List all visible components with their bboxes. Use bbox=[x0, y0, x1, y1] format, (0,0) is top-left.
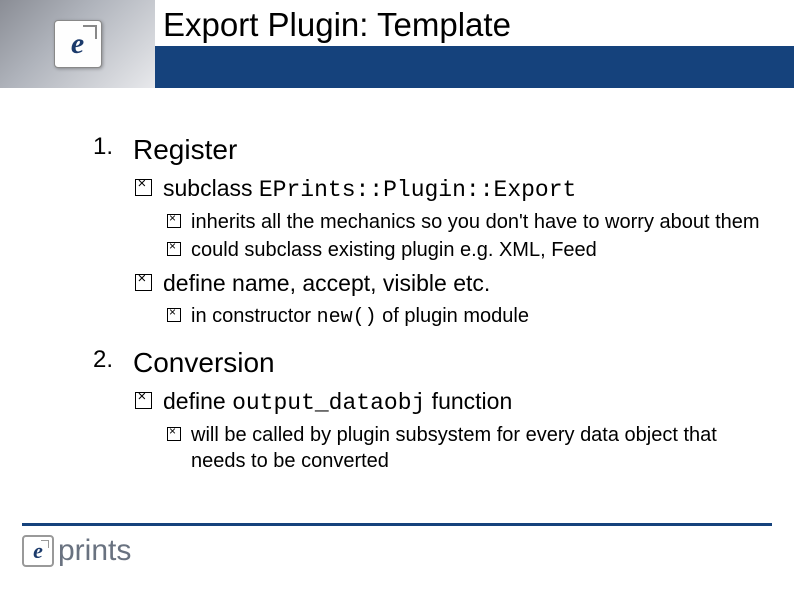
conversion-sublist: define output_dataobj function will be c… bbox=[133, 387, 764, 474]
eprints-e-icon: e bbox=[22, 535, 54, 567]
could-subclass-item: could subclass existing plugin e.g. XML,… bbox=[163, 237, 764, 263]
register-define-item: define name, accept, visible etc. in con… bbox=[133, 269, 764, 330]
conv-called-item: will be called by plugin subsystem for e… bbox=[163, 422, 764, 474]
main-list: Register subclass EPrints::Plugin::Expor… bbox=[55, 132, 764, 474]
constructor-item: in constructor new() of plugin module bbox=[163, 303, 764, 331]
inherits-item: inherits all the mechanics so you don't … bbox=[163, 209, 764, 235]
conv-define-code: output_dataobj bbox=[232, 390, 425, 416]
subclass-code: EPrints::Plugin::Export bbox=[259, 177, 576, 203]
slide-footer: eprints bbox=[0, 523, 794, 577]
header-band bbox=[155, 46, 794, 88]
slide-header: e Export Plugin: Template bbox=[0, 0, 794, 88]
register-subclass-item: subclass EPrints::Plugin::Export inherit… bbox=[133, 174, 764, 263]
header-logo-area: e bbox=[0, 0, 155, 88]
step-register: Register subclass EPrints::Plugin::Expor… bbox=[55, 132, 764, 331]
subclass-detail-list: inherits all the mechanics so you don't … bbox=[163, 209, 764, 263]
conv-define-before: define bbox=[163, 388, 232, 414]
define-text: define name, accept, visible etc. bbox=[163, 270, 490, 296]
constructor-code: new() bbox=[317, 306, 377, 329]
slide-title: Export Plugin: Template bbox=[163, 6, 511, 43]
conv-detail-list: will be called by plugin subsystem for e… bbox=[163, 422, 764, 474]
step-register-label: Register bbox=[133, 134, 237, 165]
define-detail-list: in constructor new() of plugin module bbox=[163, 303, 764, 331]
eprints-icon: e bbox=[54, 20, 102, 68]
footer-logo-text: prints bbox=[58, 534, 131, 568]
step-conversion: Conversion define output_dataobj functio… bbox=[55, 345, 764, 474]
conv-define-after: function bbox=[425, 388, 512, 414]
footer-divider bbox=[22, 523, 772, 526]
constructor-before: in constructor bbox=[191, 305, 317, 327]
register-sublist: subclass EPrints::Plugin::Export inherit… bbox=[133, 174, 764, 331]
slide-content: Register subclass EPrints::Plugin::Expor… bbox=[0, 108, 794, 474]
step-conversion-label: Conversion bbox=[133, 347, 275, 378]
constructor-after: of plugin module bbox=[377, 305, 529, 327]
subclass-text: subclass bbox=[163, 175, 259, 201]
conversion-define-item: define output_dataobj function will be c… bbox=[133, 387, 764, 474]
footer-logo: eprints bbox=[22, 534, 772, 568]
title-wrap: Export Plugin: Template bbox=[163, 6, 681, 44]
